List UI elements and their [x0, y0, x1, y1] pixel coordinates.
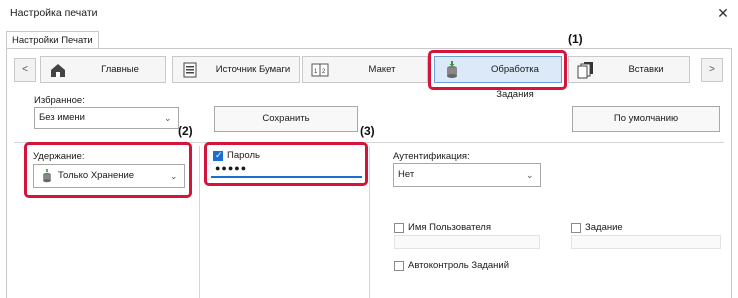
password-checkbox[interactable] — [213, 150, 223, 161]
password-value: ●●●●● — [215, 163, 248, 173]
callout-3: (3) — [360, 124, 375, 138]
username-checkbox[interactable] — [394, 223, 404, 233]
chevron-down-icon: ⌄ — [526, 170, 534, 180]
auth-select[interactable]: Нет ⌄ — [393, 163, 541, 187]
inserts-icon — [577, 62, 593, 79]
username-input[interactable] — [394, 235, 540, 249]
toolbar-main-button[interactable]: Главные — [40, 56, 166, 83]
username-label: Имя Пользователя — [408, 222, 491, 233]
title-bar — [0, 0, 738, 28]
auth-label: Аутентификация: — [393, 151, 470, 162]
favorites-label: Избранное: — [34, 95, 85, 106]
close-icon[interactable]: ✕ — [714, 4, 732, 22]
toolbar-inserts-button[interactable]: Вставки — [568, 56, 690, 83]
jobname-checkbox[interactable] — [571, 223, 581, 233]
jobname-label: Задание — [585, 222, 623, 233]
home-icon — [51, 64, 65, 77]
tab-print-settings[interactable]: Настройки Печати — [6, 31, 99, 49]
toolbar-paper-source-button[interactable]: Источник Бумаги — [172, 56, 300, 83]
password-label: Пароль — [227, 150, 260, 161]
window-title: Настройка печати — [10, 7, 98, 19]
callout-1: (1) — [568, 32, 583, 46]
column-divider-2 — [369, 146, 370, 298]
chevron-down-icon: ⌄ — [164, 113, 172, 123]
scroll-right-button[interactable]: > — [701, 58, 723, 82]
job-storage-icon — [43, 169, 51, 183]
scroll-left-button[interactable]: < — [14, 58, 36, 82]
toolbar-layout-label: Макет — [368, 64, 396, 75]
favorites-select[interactable]: Без имени ⌄ — [34, 107, 179, 129]
jobname-input[interactable] — [571, 235, 721, 249]
toolbar-inserts-label: Вставки — [628, 64, 664, 75]
auto-job-control-checkbox[interactable] — [394, 261, 404, 271]
layout-icon: 12 — [311, 63, 329, 77]
paper-tray-icon — [183, 62, 197, 78]
toolbar-main-label: Главные — [101, 64, 139, 75]
retention-label: Удержание: — [33, 151, 85, 162]
retention-value: Только Хранение — [58, 170, 135, 181]
toolbar-layout-button[interactable]: 12 Макет — [302, 56, 428, 83]
highlight-frame-1 — [428, 50, 567, 90]
chevron-down-icon: ⌄ — [170, 171, 178, 181]
retention-select[interactable]: Только Хранение ⌄ — [33, 164, 185, 188]
defaults-button[interactable]: По умолчанию — [572, 106, 720, 132]
save-button[interactable]: Сохранить — [214, 106, 358, 132]
favorites-value: Без имени — [39, 112, 85, 123]
password-input[interactable]: ●●●●● — [211, 162, 362, 178]
auth-value: Нет — [398, 169, 415, 180]
column-divider-1 — [199, 146, 200, 298]
callout-2: (2) — [178, 124, 193, 138]
toolbar-paper-source-label: Источник Бумаги — [215, 64, 291, 75]
auto-job-control-label: Автоконтроль Заданий — [408, 260, 510, 271]
